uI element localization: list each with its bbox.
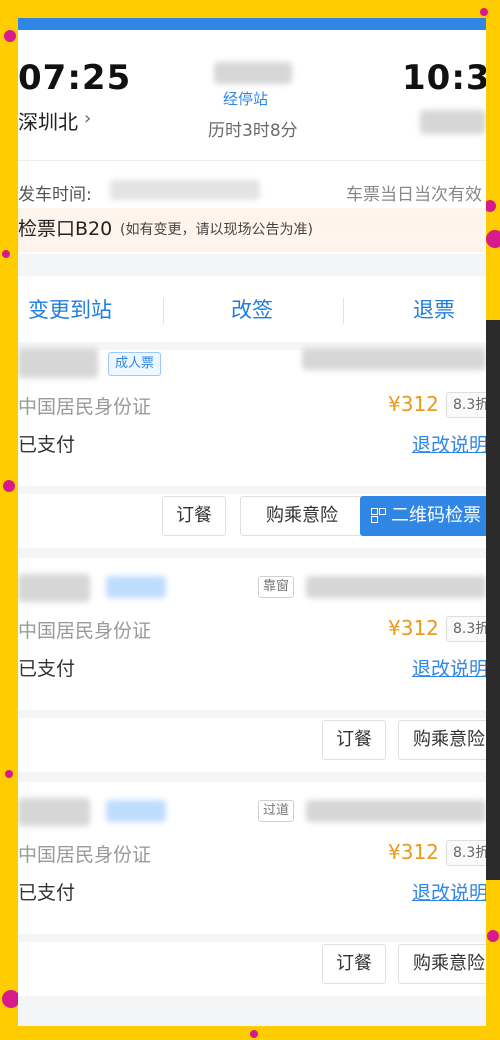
section-gap xyxy=(18,254,486,276)
divider xyxy=(163,298,164,324)
payment-status: 已支付 xyxy=(18,434,76,456)
arrival-time: 10:33 xyxy=(402,58,486,98)
section-gap xyxy=(18,934,486,942)
qr-code-icon xyxy=(371,508,386,523)
id-type: 中国居民身份证 xyxy=(18,844,152,866)
train-number-redacted xyxy=(214,62,292,84)
confetti-dot xyxy=(4,30,16,42)
background-edge xyxy=(486,320,500,880)
seat-number-redacted xyxy=(306,800,486,822)
seat-position-tag: 过道 xyxy=(258,800,295,822)
qr-checkin-label: 二维码检票 xyxy=(391,505,481,526)
id-type: 中国居民身份证 xyxy=(18,396,152,418)
rebook-button[interactable]: 改签 xyxy=(231,294,273,324)
discount-badge: 8.3折 xyxy=(446,616,486,642)
order-meal-button[interactable]: 订餐 xyxy=(162,496,226,536)
ticket-order-screen: 07:25 10:33 经停站 历时3时8分 深圳北 › 发车时间: 车票当日当… xyxy=(18,18,486,1026)
buy-insurance-button[interactable]: 购乘意险 xyxy=(398,720,486,760)
buy-insurance-button[interactable]: 购乘意险 xyxy=(398,944,486,984)
gate-note: (如有变更，请以现场公告为准) xyxy=(120,222,313,238)
payment-status: 已支付 xyxy=(18,658,76,680)
departure-station[interactable]: 深圳北 xyxy=(18,106,78,135)
section-gap xyxy=(18,772,486,782)
passenger-name-redacted xyxy=(18,798,90,826)
confetti-dot xyxy=(480,8,488,16)
arrival-station-redacted xyxy=(420,110,486,134)
refund-rules-link[interactable]: 退改说明 xyxy=(412,430,486,457)
ticket-price: ¥312 xyxy=(388,840,439,864)
ticket-type-redacted xyxy=(106,800,166,822)
via-stations-link[interactable]: 经停站 xyxy=(223,88,268,109)
passenger-name-redacted xyxy=(18,574,90,602)
ticket-type-redacted xyxy=(106,576,166,598)
seat-number-redacted xyxy=(306,576,486,598)
confetti-dot xyxy=(487,930,499,942)
depart-date-redacted xyxy=(110,180,260,200)
section-gap xyxy=(18,486,486,494)
refund-rules-link[interactable]: 退改说明 xyxy=(412,878,486,905)
ticket-price: ¥312 xyxy=(388,616,439,640)
trip-duration: 历时3时8分 xyxy=(208,121,298,141)
section-gap xyxy=(18,710,486,718)
divider xyxy=(18,160,486,161)
confetti-dot xyxy=(486,230,500,248)
section-gap xyxy=(18,548,486,558)
seat-number-redacted xyxy=(302,348,486,370)
order-meal-button[interactable]: 订餐 xyxy=(322,720,386,760)
refund-rules-link[interactable]: 退改说明 xyxy=(412,654,486,681)
qr-checkin-button[interactable]: 二维码检票 xyxy=(360,496,486,536)
payment-status: 已支付 xyxy=(18,882,76,904)
depart-time-label: 发车时间: xyxy=(18,185,92,205)
passenger-name-redacted xyxy=(18,348,98,378)
discount-badge: 8.3折 xyxy=(446,840,486,866)
seat-position-tag: 靠窗 xyxy=(258,576,295,598)
header-bar xyxy=(18,18,486,30)
change-destination-button[interactable]: 变更到站 xyxy=(28,294,112,324)
divider xyxy=(343,298,344,324)
gate-number: 检票口B20 xyxy=(18,218,113,240)
buy-insurance-button[interactable]: 购乘意险 xyxy=(240,496,364,536)
confetti-dot xyxy=(2,250,10,258)
refund-button[interactable]: 退票 xyxy=(413,294,455,324)
chevron-right-icon: › xyxy=(84,108,92,129)
confetti-dot xyxy=(3,480,15,492)
departure-time: 07:25 xyxy=(18,58,132,98)
confetti-dot xyxy=(250,1030,258,1038)
validity-note: 车票当日当次有效 xyxy=(346,185,482,205)
section-gap xyxy=(18,996,486,1026)
ticket-price: ¥312 xyxy=(388,392,439,416)
discount-badge: 8.3折 xyxy=(446,392,486,418)
id-type: 中国居民身份证 xyxy=(18,620,152,642)
order-meal-button[interactable]: 订餐 xyxy=(322,944,386,984)
ticket-type-tag: 成人票 xyxy=(108,352,162,376)
confetti-dot xyxy=(5,770,13,778)
